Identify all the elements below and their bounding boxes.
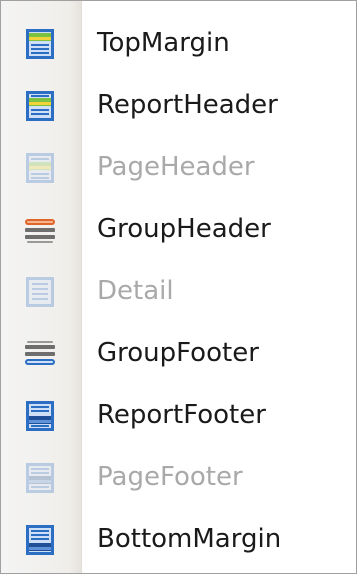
top-margin-band-icon: [23, 27, 57, 61]
menu-item-label: BottomMargin: [97, 524, 282, 554]
page-footer-band-icon: [23, 461, 57, 495]
menu-item-label: PageFooter: [97, 462, 243, 492]
menu-item-report-header[interactable]: ReportHeader: [1, 75, 356, 137]
menu-item-label: GroupHeader: [97, 214, 271, 244]
menu-item-label: GroupFooter: [97, 338, 259, 368]
menu-item-group-header[interactable]: GroupHeader: [1, 199, 356, 261]
report-header-band-icon: [23, 89, 57, 123]
menu-item-page-footer[interactable]: PageFooter: [1, 447, 356, 509]
menu-item-detail[interactable]: Detail: [1, 261, 356, 323]
group-footer-band-icon: [23, 337, 57, 371]
menu-item-bottom-margin[interactable]: BottomMargin: [1, 509, 356, 571]
add-band-context-menu: TopMargin ReportHeader PageHeader GroupH…: [0, 0, 357, 574]
menu-item-label: Detail: [97, 276, 174, 306]
menu-item-label: ReportFooter: [97, 400, 266, 430]
menu-item-page-header[interactable]: PageHeader: [1, 137, 356, 199]
group-header-band-icon: [23, 213, 57, 247]
menu-item-label: ReportHeader: [97, 90, 278, 120]
menu-item-top-margin[interactable]: TopMargin: [1, 13, 356, 75]
menu-item-report-footer[interactable]: ReportFooter: [1, 385, 356, 447]
page-header-band-icon: [23, 151, 57, 185]
menu-item-group-footer[interactable]: GroupFooter: [1, 323, 356, 385]
menu-item-label: PageHeader: [97, 152, 255, 182]
menu-item-label: TopMargin: [97, 28, 230, 58]
bottom-margin-band-icon: [23, 523, 57, 557]
report-footer-band-icon: [23, 399, 57, 433]
detail-band-icon: [23, 275, 57, 309]
